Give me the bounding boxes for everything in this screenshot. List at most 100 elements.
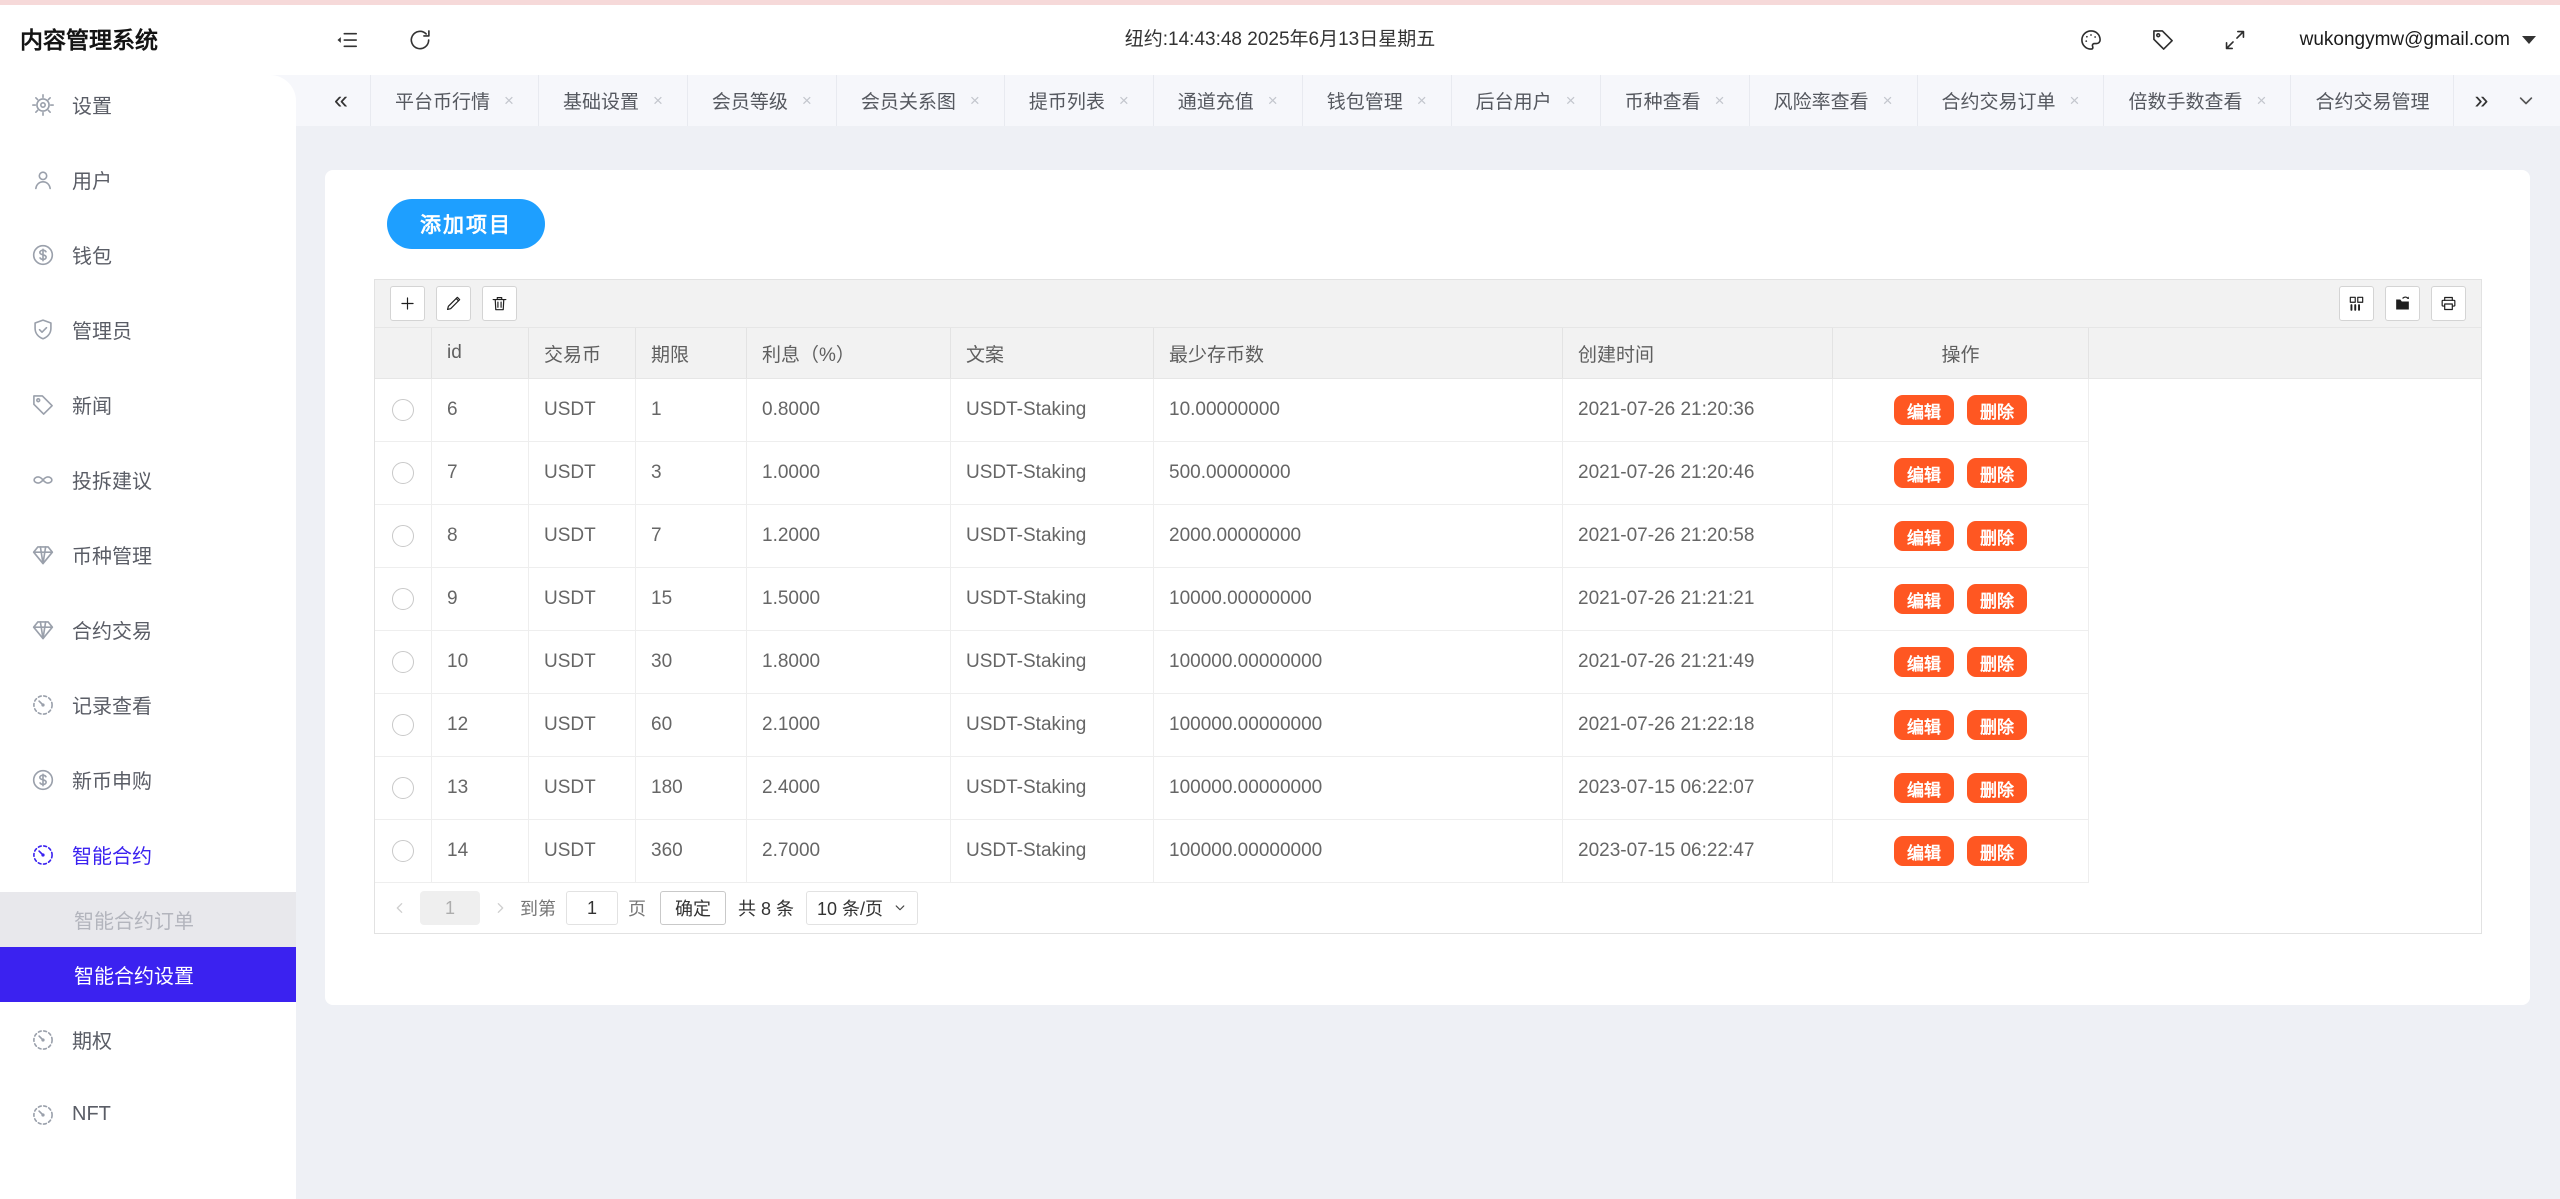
edit-button[interactable]: 编辑: [1894, 836, 1954, 866]
next-page-icon[interactable]: [492, 900, 508, 916]
refresh-icon[interactable]: [407, 27, 433, 53]
delete-button[interactable]: 删除: [1967, 458, 2027, 488]
sidebar-item-投拆建议[interactable]: 投拆建议: [0, 442, 296, 517]
row-radio[interactable]: [392, 462, 414, 484]
tag-icon[interactable]: [2150, 27, 2176, 53]
page-size-select[interactable]: 10 条/页: [806, 891, 919, 925]
edit-button[interactable]: 编辑: [1894, 521, 1954, 551]
close-icon[interactable]: ×: [1715, 91, 1725, 111]
confirm-page-button[interactable]: 确定: [660, 891, 726, 925]
sidebar-item-管理员[interactable]: 管理员: [0, 292, 296, 367]
sidebar-item-币种管理[interactable]: 币种管理: [0, 517, 296, 592]
tab-后台用户[interactable]: 后台用户 ×: [1452, 75, 1601, 126]
sidebar-subitem-label: 智能合约订单: [74, 911, 194, 933]
tab-钱包管理[interactable]: 钱包管理 ×: [1303, 75, 1452, 126]
delete-button[interactable]: 删除: [1967, 647, 2027, 677]
sidebar-item-新币申购[interactable]: 新币申购: [0, 742, 296, 817]
close-icon[interactable]: ×: [802, 91, 812, 111]
delete-button[interactable]: 删除: [1967, 584, 2027, 614]
edit-button[interactable]: 编辑: [1894, 647, 1954, 677]
delete-button[interactable]: 删除: [1967, 773, 2027, 803]
compass-icon: [30, 1027, 56, 1053]
close-icon[interactable]: ×: [653, 91, 663, 111]
fullscreen-icon[interactable]: [2222, 27, 2248, 53]
edit-button[interactable]: 编辑: [1894, 710, 1954, 740]
edit-button[interactable]: 编辑: [1894, 584, 1954, 614]
sidebar-item-智能合约[interactable]: 智能合约: [0, 817, 296, 892]
current-page[interactable]: 1: [420, 891, 480, 925]
close-icon[interactable]: ×: [970, 91, 980, 111]
delete-button[interactable]: 删除: [1967, 710, 2027, 740]
columns-grid-button[interactable]: [2339, 286, 2374, 321]
sidebar-item-期权[interactable]: 期权: [0, 1002, 296, 1077]
tab-会员等级[interactable]: 会员等级 ×: [688, 75, 837, 126]
export-button[interactable]: [2385, 286, 2420, 321]
tab-基础设置[interactable]: 基础设置 ×: [539, 75, 688, 126]
tab-合约交易订单[interactable]: 合约交易订单 ×: [1918, 75, 2105, 126]
cell-coin: USDT: [529, 757, 636, 820]
delete-button[interactable]: 删除: [1967, 836, 2027, 866]
top-header: 内容管理系统 纽约:14:43:48 2025年6月13日星期五 wukongy…: [0, 5, 2560, 75]
radio-cell: [375, 379, 432, 442]
tab-label: 会员关系图: [860, 92, 956, 113]
tabs-overflow-icon[interactable]: [2516, 91, 2536, 111]
trash-button[interactable]: [482, 286, 517, 321]
sidebar-item-设置[interactable]: 设置: [0, 75, 296, 142]
tab-风险率查看[interactable]: 风险率查看 ×: [1750, 75, 1918, 126]
close-icon[interactable]: ×: [2257, 91, 2267, 111]
cell-rate: 2.7000: [747, 820, 951, 883]
sidebar-item-用户[interactable]: 用户: [0, 142, 296, 217]
plus-button[interactable]: [390, 286, 425, 321]
tab-会员关系图[interactable]: 会员关系图 ×: [837, 75, 1005, 126]
tab-倍数手数查看[interactable]: 倍数手数查看 ×: [2104, 75, 2292, 126]
row-radio[interactable]: [392, 714, 414, 736]
edit-button[interactable]: 编辑: [1894, 773, 1954, 803]
row-radio[interactable]: [392, 840, 414, 862]
row-radio[interactable]: [392, 588, 414, 610]
tabs-scroll-right-icon[interactable]: »: [2454, 75, 2508, 126]
table-header-row: id 交易币 期限 利息（%） 文案 最少存币数 创建时间 操作: [375, 328, 2481, 379]
sidebar-item-label: 币种管理: [72, 546, 152, 568]
edit-pencil-button[interactable]: [436, 286, 471, 321]
tab-币种查看[interactable]: 币种查看 ×: [1601, 75, 1750, 126]
cell-id: 13: [432, 757, 529, 820]
tab-平台币行情[interactable]: 平台币行情 ×: [371, 75, 539, 126]
sidebar-item-label: 新闻: [72, 396, 112, 418]
sidebar-item-新闻[interactable]: 新闻: [0, 367, 296, 442]
tab-通道充值[interactable]: 通道充值 ×: [1154, 75, 1303, 126]
tabs-scroll-left-icon[interactable]: «: [334, 75, 348, 126]
edit-button[interactable]: 编辑: [1894, 458, 1954, 488]
add-project-button[interactable]: 添加项目: [387, 199, 545, 249]
table-row: 13 USDT 180 2.4000 USDT-Staking 100000.000000…: [375, 757, 2481, 820]
row-radio[interactable]: [392, 399, 414, 421]
sidebar-item-记录查看[interactable]: 记录查看: [0, 667, 296, 742]
close-icon[interactable]: ×: [1268, 91, 1278, 111]
close-icon[interactable]: ×: [1119, 91, 1129, 111]
user-menu[interactable]: wukongymw@gmail.com: [2300, 29, 2536, 51]
prev-page-icon[interactable]: [392, 900, 408, 916]
sidebar-item-合约交易[interactable]: 合约交易: [0, 592, 296, 667]
close-icon[interactable]: ×: [504, 91, 514, 111]
tab-提币列表[interactable]: 提币列表 ×: [1005, 75, 1154, 126]
sidebar-item-钱包[interactable]: 钱包: [0, 217, 296, 292]
print-button[interactable]: [2431, 286, 2466, 321]
row-radio[interactable]: [392, 651, 414, 673]
goto-page-input[interactable]: [566, 891, 618, 925]
table-row: 10 USDT 30 1.8000 USDT-Staking 100000.0000000…: [375, 631, 2481, 694]
tab-合约交易管理[interactable]: 合约交易管理: [2291, 75, 2455, 126]
delete-button[interactable]: 删除: [1967, 395, 2027, 425]
row-radio[interactable]: [392, 777, 414, 799]
sidebar-subitem-智能合约订单[interactable]: 智能合约订单: [0, 892, 296, 947]
palette-icon[interactable]: [2078, 27, 2104, 53]
close-icon[interactable]: ×: [1566, 91, 1576, 111]
delete-button[interactable]: 删除: [1967, 521, 2027, 551]
close-icon[interactable]: ×: [1417, 91, 1427, 111]
menu-collapse-icon[interactable]: [334, 27, 360, 53]
close-icon[interactable]: ×: [2070, 91, 2080, 111]
row-radio[interactable]: [392, 525, 414, 547]
close-icon[interactable]: ×: [1883, 91, 1893, 111]
sidebar-item-label: 用户: [72, 171, 112, 193]
sidebar-item-NFT[interactable]: NFT: [0, 1077, 296, 1152]
edit-button[interactable]: 编辑: [1894, 395, 1954, 425]
sidebar-subitem-智能合约设置[interactable]: 智能合约设置: [0, 947, 296, 1002]
